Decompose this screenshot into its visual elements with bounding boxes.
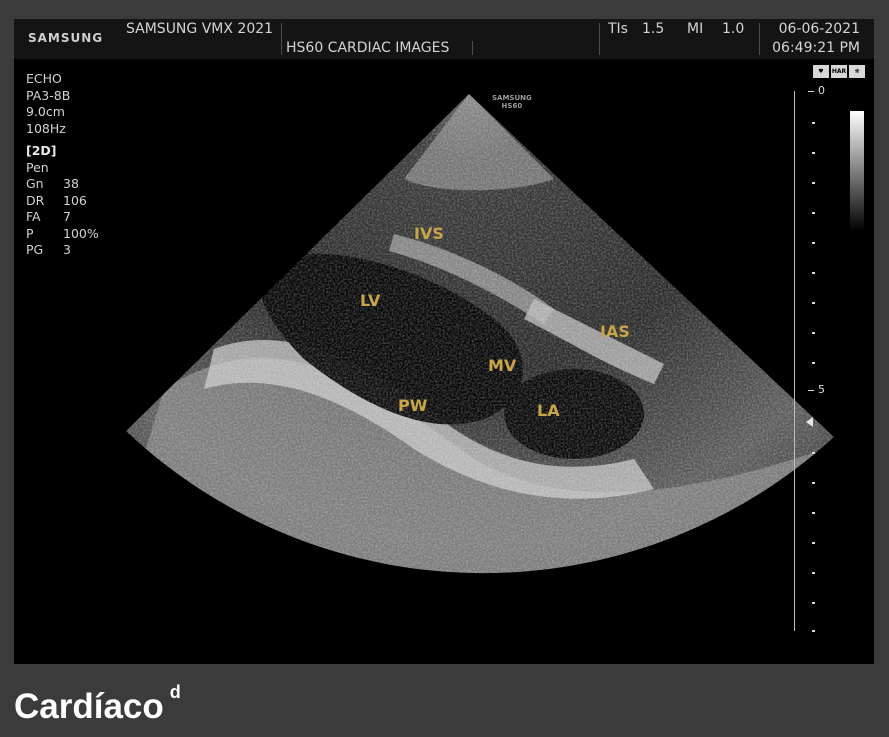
depth-dot [812, 630, 815, 632]
caption: Cardíaco d [14, 682, 181, 727]
label-la: LA [537, 401, 560, 420]
depth-dot [812, 512, 815, 514]
param-key: FA [26, 209, 41, 224]
param-app: ECHO [26, 71, 62, 86]
label-mv: MV [488, 356, 517, 375]
depth-scale-tick [808, 91, 814, 92]
depth-dot [812, 362, 815, 364]
depth-scale-five: 5 [818, 383, 825, 396]
har-icon: HAR [831, 65, 847, 78]
label-pw: PW [398, 396, 428, 415]
depth-dot [812, 152, 815, 154]
mi-label: MI [687, 21, 704, 37]
header-bar: SAMSUNG SAMSUNG VMX 2021 HS60 CARDIAC IM… [14, 19, 874, 59]
preset-name: HS60 CARDIAC IMAGES [286, 40, 450, 56]
param-value: 3 [63, 242, 71, 257]
depth-dot [812, 272, 815, 274]
depth-dot [812, 542, 815, 544]
ultrasound-image [126, 94, 834, 574]
param-key: PG [26, 242, 44, 257]
param-harmonic: Pen [26, 159, 49, 175]
depth-dot [812, 212, 815, 214]
param-value: 7 [63, 209, 71, 224]
caption-title: Cardíaco [14, 687, 164, 726]
param-frame-rate: 108Hz [26, 120, 66, 136]
exam-date: 06-06-2021 [778, 21, 860, 37]
depth-scale-bar [794, 91, 795, 631]
depth-dot [812, 122, 815, 124]
heart-icon: ♥ [813, 65, 829, 78]
device-model: SAMSUNG VMX 2021 [126, 21, 274, 37]
focus-marker-icon[interactable] [806, 417, 813, 427]
param-row: P 100% [26, 226, 99, 243]
param-depth: 9.0cm [26, 104, 65, 119]
param-mode: [2D] [26, 143, 57, 158]
header-divider [472, 41, 473, 55]
param-value: 106 [63, 192, 87, 208]
grayscale-bar [850, 111, 864, 231]
exam-time: 06:49:21 PM [772, 40, 860, 56]
label-lv: LV [360, 291, 381, 310]
param-row: PG 3 [26, 242, 99, 259]
tis-value: 1.5 [642, 21, 665, 37]
depth-dot [812, 332, 815, 334]
probe-logo-model: HS60 [501, 102, 523, 110]
param-key: P [26, 225, 34, 241]
param-row: Gn 38 [26, 176, 99, 193]
settings-icon: ❋ [849, 65, 865, 78]
depth-scale-zero: 0 [818, 84, 825, 97]
depth-scale-tick [808, 390, 814, 391]
param-key: DR [26, 192, 45, 208]
param-row: DR 106 [26, 193, 99, 210]
caption-superscript: d [169, 682, 181, 702]
param-probe: PA3-8B [26, 87, 71, 103]
param-value: 100% [63, 225, 99, 241]
param-value: 38 [63, 176, 79, 191]
header-divider [759, 23, 760, 55]
depth-dot [812, 302, 815, 304]
mi-value: 1.0 [722, 21, 745, 37]
ultrasound-screen: SAMSUNG SAMSUNG VMX 2021 HS60 CARDIAC IM… [14, 19, 874, 664]
param-row: FA 7 [26, 209, 99, 226]
header-divider [281, 23, 282, 55]
page: SAMSUNG SAMSUNG VMX 2021 HS60 CARDIAC IM… [0, 0, 889, 737]
label-ivs: IVS [414, 224, 444, 243]
header-divider [599, 23, 600, 55]
tis-label: TIs [608, 21, 628, 37]
depth-dot [812, 602, 815, 604]
depth-dot [812, 452, 815, 454]
probe-logo-brand: SAMSUNG [492, 94, 532, 102]
status-icons: ♥ HAR ❋ [813, 65, 865, 78]
probe-logo: SAMSUNG HS60 [492, 94, 532, 110]
label-ias: IAS [600, 322, 630, 341]
parameter-panel: ECHO PA3-8B 9.0cm 108Hz [2D] Pen Gn 38 DR… [26, 71, 99, 259]
param-key: Gn [26, 176, 44, 191]
depth-dot [812, 182, 815, 184]
depth-dot [812, 242, 815, 244]
depth-dot [812, 572, 815, 574]
brand-logo: SAMSUNG [28, 31, 104, 45]
depth-dot [812, 482, 815, 484]
